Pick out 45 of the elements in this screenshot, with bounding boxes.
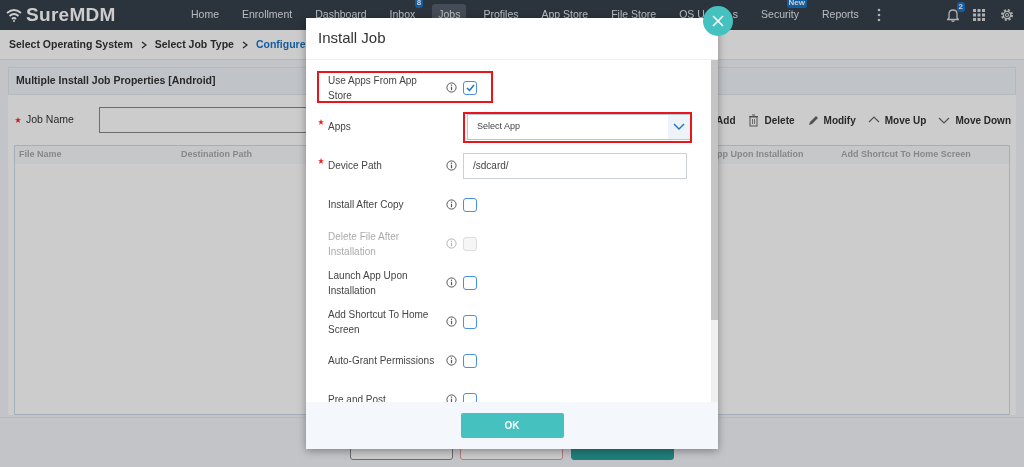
checkbox[interactable]: [463, 314, 477, 329]
more-icon[interactable]: [875, 8, 882, 22]
chevron-right-icon: [140, 40, 147, 49]
field-label: Apps: [328, 120, 352, 134]
column-header: Destination Path: [181, 148, 253, 162]
toolbar-button[interactable]: Modify: [806, 112, 856, 128]
nav-item[interactable]: s: [732, 4, 745, 26]
checkbox[interactable]: [463, 353, 477, 368]
settings-icon[interactable]: [1000, 8, 1014, 22]
checkbox[interactable]: [463, 197, 477, 212]
pencil-icon: [806, 113, 819, 127]
column-header: Add Shortcut To Home Screen: [841, 148, 971, 162]
field-label: Auto-Grant Permissions: [328, 354, 436, 368]
field-label: Job Name: [26, 112, 74, 128]
breadcrumb-item[interactable]: Select Job Type: [154, 36, 234, 53]
field-label: Add Shortcut To Home Screen: [328, 307, 430, 337]
column-header: pp Upon Installation: [717, 148, 805, 162]
logo-text: SureMDM: [26, 2, 116, 27]
apps-grid-icon[interactable]: [973, 8, 986, 22]
wifi-icon: [6, 8, 22, 22]
scrollbar[interactable]: [711, 60, 718, 402]
nav-item[interactable]: Reports: [816, 4, 865, 26]
notification-badge: 2: [956, 2, 965, 12]
toolbar-button[interactable]: Delete: [747, 112, 795, 128]
field-label: Device Path: [328, 159, 383, 173]
breadcrumb-item[interactable]: Configure: [255, 36, 306, 53]
checkbox[interactable]: [463, 80, 477, 95]
checkbox[interactable]: [463, 275, 477, 290]
breadcrumb-item[interactable]: Select Operating System: [9, 36, 133, 53]
device-path-field[interactable]: /sdcard/: [463, 152, 687, 179]
toolbar-button[interactable]: Move Up: [867, 112, 927, 128]
toolbar-button[interactable]: Move Down: [938, 112, 1011, 128]
nav-item[interactable]: Enrollment: [236, 4, 299, 26]
field-label: Install After Copy: [328, 198, 405, 212]
chevron-right-icon: [241, 40, 248, 49]
nav-item[interactable]: Home: [185, 4, 225, 26]
caret-icon: [673, 122, 685, 131]
column-header: File Name: [18, 148, 63, 162]
field-label: Launch App Upon Installation: [328, 268, 409, 298]
field-label: Delete File After Installation: [328, 229, 401, 259]
close-icon: [712, 15, 724, 27]
badge: New: [786, 0, 807, 9]
badge: 8: [414, 0, 424, 9]
bell-icon[interactable]: [947, 8, 959, 22]
trash-icon: [747, 113, 760, 127]
